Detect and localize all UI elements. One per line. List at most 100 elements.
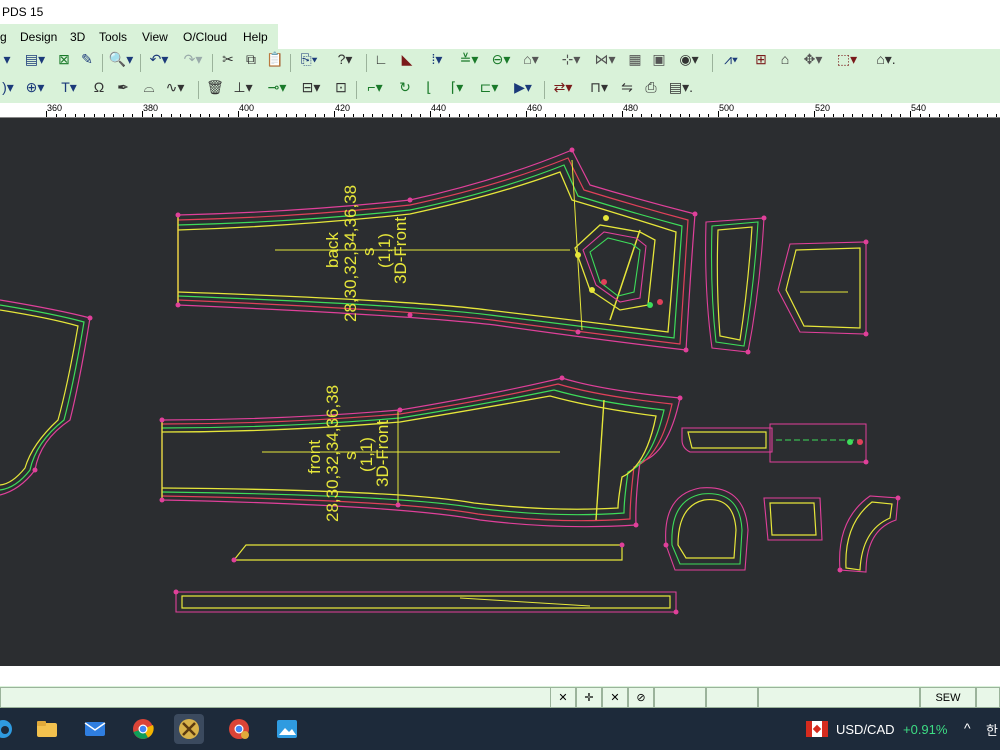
swap-tool-icon[interactable]: ⇄▾ xyxy=(548,77,578,97)
ruler-tick xyxy=(823,114,825,117)
slider-tool-icon[interactable]: ⊸▾ xyxy=(262,77,292,97)
ruler-tick xyxy=(170,114,172,117)
rotate-tool-icon[interactable]: ⇋ xyxy=(616,77,638,97)
menu-item-g[interactable]: g xyxy=(0,30,7,44)
excel-icon[interactable]: ⊠ xyxy=(54,49,74,69)
open-icon[interactable]: ▾ xyxy=(0,49,14,69)
ruler-tick xyxy=(353,114,355,117)
circle-menu-icon[interactable]: )▾ xyxy=(0,77,16,97)
ruler-tick xyxy=(814,111,815,117)
undo-icon[interactable]: ↶▾ xyxy=(144,49,174,69)
status-cell xyxy=(706,687,758,708)
wave-tool-icon[interactable]: ∿▾ xyxy=(160,77,190,97)
notch-tool-icon[interactable]: ≚▾ xyxy=(454,49,484,69)
ruler-tick xyxy=(132,114,134,117)
circle-tool-icon[interactable]: ◉▾ xyxy=(674,49,704,69)
chrome-icon[interactable] xyxy=(128,714,158,744)
ruler-tick xyxy=(209,114,211,117)
ruler-tick xyxy=(650,114,652,117)
trash-icon[interactable]: 🗑 xyxy=(204,77,226,97)
frame-tool-icon[interactable]: ⊡ xyxy=(330,77,352,97)
grade-tool-icon[interactable]: ⊹▾ xyxy=(556,49,586,69)
ruler-tick xyxy=(871,114,873,117)
flag-tool-icon[interactable]: ▶▾ xyxy=(508,77,538,97)
copy-icon[interactable]: ⧉ xyxy=(240,49,262,69)
dart-tool-icon[interactable]: ⌂▾ xyxy=(516,49,546,69)
house-tool-icon[interactable]: ⌂ xyxy=(774,49,796,69)
stamp-tool-icon[interactable]: ⊓▾ xyxy=(584,77,614,97)
tag-icon[interactable]: ✎ xyxy=(76,49,98,69)
move-icon[interactable]: ✛ xyxy=(576,687,602,708)
curve-tool-icon[interactable]: ⌐▾ xyxy=(360,77,390,97)
corner-tool-icon[interactable]: ⊏▾ xyxy=(474,77,504,97)
measure-tool-icon[interactable]: ⊞ xyxy=(750,49,772,69)
ruler-tick xyxy=(631,114,633,117)
shape-tool-icon[interactable]: ⌂▾. xyxy=(866,49,906,69)
ruler-label: 500 xyxy=(719,103,735,113)
menu-item-view[interactable]: View xyxy=(142,30,168,44)
marker-tool-icon[interactable]: ⩘▾ xyxy=(716,49,746,69)
hook-tool-icon[interactable]: ⌓ xyxy=(138,77,160,97)
paste-icon[interactable]: 📋 xyxy=(264,49,286,69)
piece-tool-icon[interactable]: ▦ xyxy=(624,49,646,69)
text-tool-icon[interactable]: T▾ xyxy=(54,77,84,97)
ruler-tick xyxy=(622,111,623,117)
document-tool-icon[interactable]: ▤▾. xyxy=(664,77,698,97)
chevron-up-icon[interactable]: ^ xyxy=(964,720,971,736)
snap-icon[interactable]: ✕ xyxy=(550,687,576,708)
disable-icon[interactable]: ⊘ xyxy=(628,687,654,708)
line-tool-icon[interactable]: ∟ xyxy=(370,49,392,69)
photos-icon[interactable] xyxy=(272,714,302,744)
menu-item-help[interactable]: Help xyxy=(243,30,268,44)
redo-icon[interactable]: ↷▾ xyxy=(178,49,208,69)
bracket-tool-icon[interactable]: ⌈▾ xyxy=(442,77,472,97)
ruler-tick xyxy=(545,114,547,117)
menu-item-design[interactable]: Design xyxy=(20,30,57,44)
globe-icon[interactable]: ⊕▾ xyxy=(20,77,50,97)
export-tool-icon[interactable]: ⎙ xyxy=(640,77,662,97)
ruler-tick xyxy=(862,114,863,117)
split-tool-icon[interactable]: ⊟▾ xyxy=(296,77,326,97)
ruler-tick xyxy=(218,114,220,117)
menu-item-ocloud[interactable]: O/Cloud xyxy=(183,30,227,44)
triangle-tool-icon[interactable]: ◣ xyxy=(396,49,418,69)
drawing-canvas[interactable]: back 28,30,32,34,36,38 s (1,1) 3D-Front xyxy=(0,118,1000,666)
ruler-tick xyxy=(660,114,662,117)
ruler-tick xyxy=(382,114,383,117)
cut-icon[interactable]: ✂ xyxy=(218,49,238,69)
folder-icon[interactable] xyxy=(32,714,62,744)
ruler-tick xyxy=(391,114,393,117)
status-cell xyxy=(654,687,706,708)
omega-tool-icon[interactable]: Ω xyxy=(88,77,110,97)
currency-pair[interactable]: USD/CAD xyxy=(836,722,895,737)
ruler-tick xyxy=(334,111,335,117)
pattern-drawing[interactable]: back 28,30,32,34,36,38 s (1,1) 3D-Front xyxy=(0,118,1000,666)
zoom-icon[interactable]: 🔍▾ xyxy=(106,49,136,69)
select-icon[interactable]: ✕ xyxy=(602,687,628,708)
ruler-tick xyxy=(526,111,527,117)
chrome-profile-icon[interactable] xyxy=(224,714,254,744)
ime-icon[interactable]: 한 xyxy=(986,720,998,739)
menu-item-3d[interactable]: 3D xyxy=(70,30,85,44)
points-tool-icon[interactable]: ⁞▾ xyxy=(422,49,452,69)
menu-item-tools[interactable]: Tools xyxy=(99,30,127,44)
pds-app-icon[interactable] xyxy=(174,714,204,744)
print-icon[interactable]: ▤▾ xyxy=(18,49,52,69)
mirror-tool-icon[interactable]: ⋈▾ xyxy=(590,49,620,69)
chair-tool-icon[interactable]: ⌊ xyxy=(418,77,440,97)
seam-tool-icon[interactable]: ⊖▾ xyxy=(486,49,516,69)
cube-tool-icon[interactable]: ⬚▾ xyxy=(832,49,862,69)
ruler-tick xyxy=(977,114,979,117)
ruler-tick xyxy=(487,114,489,117)
edge-icon[interactable] xyxy=(0,714,18,744)
fold-tool-icon[interactable]: ✥▾ xyxy=(798,49,828,69)
pin-tool-icon[interactable]: ⊥▾ xyxy=(228,77,258,97)
ruler-tick xyxy=(804,114,806,117)
help-icon[interactable]: ?▾ xyxy=(328,49,362,69)
layers-icon[interactable]: ⎘▾ xyxy=(294,49,324,69)
arc-tool-icon[interactable]: ↻ xyxy=(394,77,416,97)
menu-bar-empty xyxy=(278,24,1000,49)
pen-tool-icon[interactable]: ✒ xyxy=(112,77,134,97)
mail-icon[interactable] xyxy=(80,714,110,744)
sheet-tool-icon[interactable]: ▣ xyxy=(648,49,670,69)
